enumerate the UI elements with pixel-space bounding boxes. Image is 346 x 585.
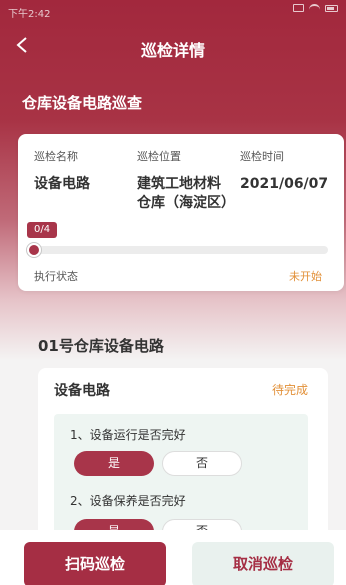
time-value: 2021/06/07 bbox=[240, 176, 329, 192]
wifi-icon bbox=[309, 4, 320, 12]
progress-track bbox=[27, 243, 328, 257]
status-icons bbox=[293, 4, 338, 12]
bottom-action-bar: 扫码巡检 取消巡检 bbox=[0, 530, 346, 585]
sim-icon bbox=[293, 4, 304, 12]
status-bar: 下午2:42 bbox=[0, 0, 346, 22]
cancel-inspect-button[interactable]: 取消巡检 bbox=[192, 542, 334, 585]
name-value: 设备电路 bbox=[34, 176, 90, 192]
option-yes-button[interactable]: 是 bbox=[74, 451, 154, 476]
progress-knob bbox=[27, 243, 41, 257]
scan-inspect-button[interactable]: 扫码巡检 bbox=[24, 542, 166, 585]
name-label: 巡检名称 bbox=[34, 150, 78, 163]
time-label: 巡检时间 bbox=[240, 150, 284, 163]
status-time: 下午2:42 bbox=[8, 9, 51, 20]
page-title: 巡检详情 bbox=[140, 41, 205, 60]
question-text: 1、设备运行是否完好 bbox=[70, 428, 186, 442]
exec-status-value: 未开始 bbox=[289, 270, 322, 283]
check-card-status: 待完成 bbox=[271, 383, 308, 397]
location-line-2: 仓库（海淀区） bbox=[137, 195, 235, 211]
question-text: 2、设备保养是否完好 bbox=[70, 494, 186, 508]
section-title: 01号仓库设备电路 bbox=[38, 337, 164, 355]
option-no-button[interactable]: 否 bbox=[162, 451, 242, 476]
check-card-title: 设备电路 bbox=[54, 383, 110, 399]
battery-icon bbox=[325, 4, 338, 12]
exec-status-label: 执行状态 bbox=[34, 270, 78, 283]
task-title: 仓库设备电路巡查 bbox=[22, 94, 143, 112]
progress-badge: 0/4 bbox=[27, 222, 58, 238]
location-value: 建筑工地材料 仓库（海淀区） bbox=[137, 175, 235, 213]
location-label: 巡检位置 bbox=[137, 150, 181, 163]
info-card: 巡检名称 巡检位置 巡检时间 设备电路 建筑工地材料 仓库（海淀区） 2021/… bbox=[18, 134, 344, 291]
location-line-1: 建筑工地材料 bbox=[137, 176, 221, 192]
